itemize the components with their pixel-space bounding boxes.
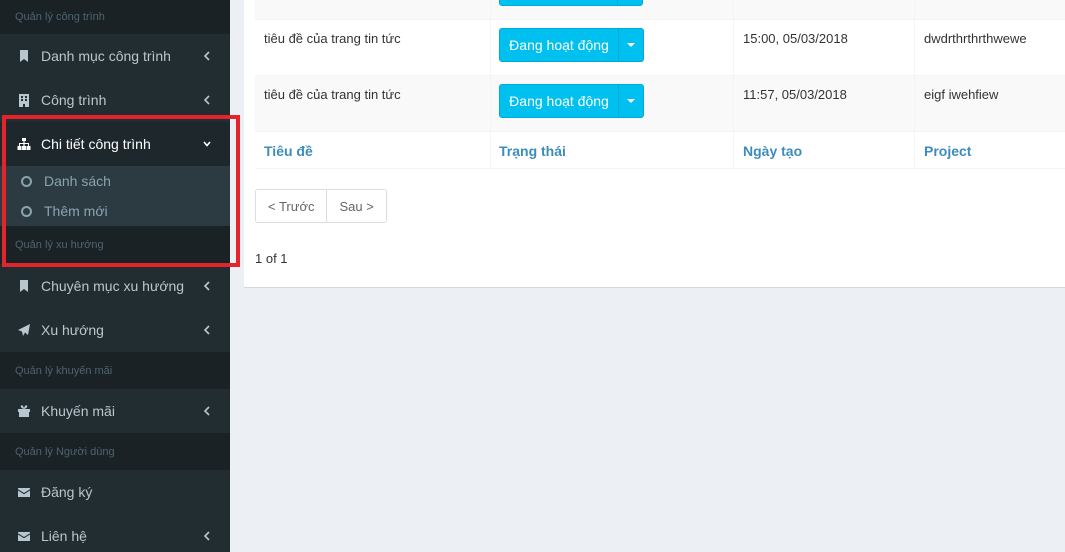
submenu-item-label: Thêm mới <box>44 203 108 219</box>
sidebar-item-trend-categories[interactable]: Chuyên mục xu hướng <box>0 264 230 308</box>
sidebar-item-label: Đăng ký <box>41 484 93 500</box>
table-row: tiêu đề của trang tin tức Đang hoạt động… <box>255 20 1065 76</box>
column-header-status[interactable]: Trạng thái <box>499 143 566 159</box>
sitemap-icon <box>17 137 31 151</box>
sidebar-item-label: Chuyên mục xu hướng <box>41 278 185 294</box>
submenu-item-label: Danh sách <box>44 173 111 189</box>
status-dropdown[interactable]: Đang hoạt động <box>499 84 644 118</box>
cell-title: tiêu đề của trang tin tức <box>264 31 401 46</box>
status-label: Đang hoạt động <box>500 85 619 117</box>
content-box: tiêu đề của trang tin tức Đang hoạt động… <box>244 0 1065 288</box>
column-header-created[interactable]: Ngày tạo <box>743 143 802 159</box>
sidebar-item-project-categories[interactable]: Danh mục công trình <box>0 34 230 78</box>
chevron-down-icon <box>202 137 212 151</box>
cell-created: 11:57, 05/03/2018 <box>743 87 847 102</box>
cell-project: dwdrthrthrthwewe <box>924 31 1027 46</box>
sidebar-header-trends: Quản lý xu hướng <box>0 226 230 264</box>
sidebar-item-label: Liên hệ <box>41 528 87 544</box>
cell-title: tiêu đề của trang tin tức <box>264 87 401 102</box>
sidebar-header-label: Quản lý khuyến mãi <box>15 364 113 377</box>
next-page-button[interactable]: Sau > <box>326 190 386 222</box>
status-dropdown-partial[interactable] <box>499 0 643 6</box>
sidebar-header-label: Quản lý công trình <box>15 11 105 23</box>
gift-icon <box>17 404 31 418</box>
chevron-left-icon <box>202 279 212 293</box>
chevron-left-icon <box>202 529 212 543</box>
sidebar-item-promotions[interactable]: Khuyến mãi <box>0 389 230 433</box>
sidebar-item-contact[interactable]: Liên hệ <box>0 514 230 552</box>
table-footer-row: Tiêu đề Trạng thái Ngày tạo Project <box>255 132 1065 169</box>
caret-down-icon[interactable] <box>619 29 643 61</box>
circle-icon <box>21 205 32 217</box>
chevron-left-icon <box>202 323 212 337</box>
sidebar-header-label: Quản lý xu hướng <box>15 239 104 251</box>
sidebar-item-label: Khuyến mãi <box>41 403 115 419</box>
sidebar-item-trends[interactable]: Xu hướng <box>0 308 230 352</box>
column-header-title[interactable]: Tiêu đề <box>264 143 313 159</box>
status-label: Đang hoạt động <box>500 29 619 61</box>
envelope-icon <box>17 485 31 499</box>
submenu: Danh sách Thêm mới <box>0 166 230 226</box>
sidebar-header-users: Quản lý Người dùng <box>0 433 230 470</box>
sidebar-item-label: Xu hướng <box>41 322 104 338</box>
bookmark-icon <box>17 49 31 63</box>
sidebar-header-label: Quản lý Người dùng <box>15 445 115 458</box>
paper-plane-icon <box>17 323 31 337</box>
bookmark-icon <box>17 279 31 293</box>
chevron-left-icon <box>202 404 212 418</box>
sidebar: Quản lý công trình Danh mục công trình C… <box>0 0 230 552</box>
sidebar-item-label: Chi tiết công trình <box>41 136 151 152</box>
submenu-item-add-new[interactable]: Thêm mới <box>0 196 230 226</box>
envelope-icon <box>17 529 31 543</box>
sidebar-item-registrations[interactable]: Đăng ký <box>0 470 230 514</box>
sidebar-item-label: Danh mục công trình <box>41 48 171 64</box>
cell-created: 15:00, 05/03/2018 <box>743 31 848 46</box>
table-row: tiêu đề của trang tin tức Đang hoạt động… <box>255 76 1065 132</box>
sidebar-header-projects: Quản lý công trình <box>0 0 230 34</box>
status-dropdown[interactable]: Đang hoạt động <box>499 28 644 62</box>
building-icon <box>17 93 31 107</box>
chevron-left-icon <box>202 49 212 63</box>
column-header-project[interactable]: Project <box>924 143 971 159</box>
prev-page-button[interactable]: < Trước <box>256 190 327 222</box>
page-info: 1 of 1 <box>255 251 288 266</box>
sidebar-item-project-details[interactable]: Chi tiết công trình <box>0 122 230 166</box>
pagination: < Trước Sau > <box>255 189 387 223</box>
submenu-item-list[interactable]: Danh sách <box>0 166 230 196</box>
sidebar-item-projects[interactable]: Công trình <box>0 78 230 122</box>
cell-project: eigf iwehfiew <box>924 87 999 102</box>
circle-icon <box>21 175 32 187</box>
chevron-left-icon <box>202 93 212 107</box>
caret-down-icon[interactable] <box>619 85 643 117</box>
sidebar-item-label: Công trình <box>41 92 107 108</box>
table-row-partial <box>255 0 1065 20</box>
sidebar-header-promotions: Quản lý khuyến mãi <box>0 352 230 389</box>
